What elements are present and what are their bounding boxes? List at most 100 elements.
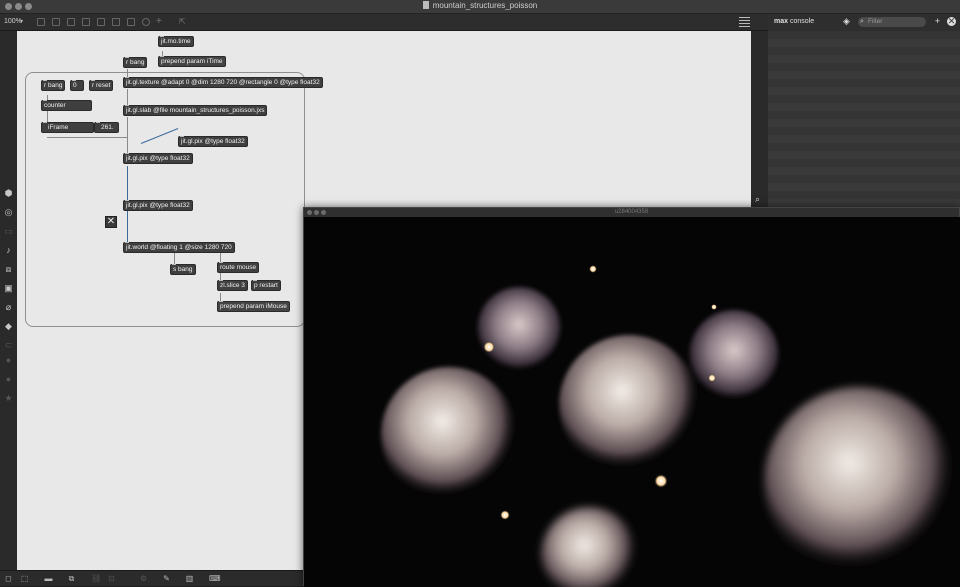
glow-particle: [711, 304, 717, 310]
object-jit-world[interactable]: jit.world @floating 1 @size 1280 720: [123, 242, 235, 253]
rendered-scene: [304, 217, 960, 587]
jit-world-render-window[interactable]: u284004358: [303, 207, 960, 587]
add-icon[interactable]: +: [933, 17, 942, 26]
console-row: [768, 71, 960, 79]
lock-icon[interactable]: [37, 18, 45, 26]
object-jit-gl-slab[interactable]: jit.gl.slab @file mountain_structures_po…: [123, 105, 268, 116]
console-row: [768, 39, 960, 47]
console-options-icon[interactable]: ◈: [842, 17, 851, 26]
toggle-icon[interactable]: [127, 18, 135, 26]
object-s-bang[interactable]: s bang: [170, 264, 196, 275]
number-box-iframe[interactable]: 261.: [94, 122, 119, 133]
search-icon[interactable]: ⌕: [755, 194, 760, 205]
object-jit-gl-pix-a[interactable]: jit.gl.pix @type float32: [178, 136, 248, 147]
chat-icon[interactable]: ▬: [44, 575, 53, 583]
console-row: [768, 127, 960, 135]
spiky-sphere-center: [559, 335, 699, 475]
bracket-icon[interactable]: ⧈: [4, 265, 13, 274]
console-row: [768, 199, 960, 207]
message-prepend-imouse[interactable]: prepend param iMouse: [217, 301, 290, 312]
zoom-dropdown-icon[interactable]: ▾: [20, 18, 23, 25]
toggle-close-x[interactable]: ✕: [105, 216, 117, 228]
jitter-patchcord: [127, 211, 128, 243]
snippet-icon[interactable]: ◆: [4, 322, 13, 331]
list-view-icon[interactable]: [739, 17, 750, 27]
title-bar: mountain_structures_poisson: [0, 0, 960, 14]
circle-icon-2[interactable]: ●: [4, 375, 13, 384]
window-title: mountain_structures_poisson: [0, 1, 960, 10]
console-title: max console: [774, 18, 814, 25]
patchcord: [220, 293, 221, 301]
patchcord: [47, 137, 127, 138]
pointer-icon[interactable]: ⇱: [179, 17, 186, 26]
music-note-icon[interactable]: ♪: [4, 246, 13, 255]
paperclip-icon[interactable]: ⌀: [4, 303, 13, 312]
console-row: [768, 183, 960, 191]
grid-icon[interactable]: ◻: [4, 575, 13, 583]
object-jit-mo-time[interactable]: jit.mo.time: [158, 36, 194, 47]
param-iframe-label[interactable]: iFrame: [41, 122, 94, 133]
bracket-icon[interactable]: ⊡: [107, 575, 116, 583]
jitter-patchcord: [127, 166, 128, 200]
message-box-icon[interactable]: [97, 18, 105, 26]
object-jit-gl-pix-b[interactable]: jit.gl.pix @type float32: [123, 153, 193, 164]
selection-icon[interactable]: ⬚: [20, 575, 29, 583]
object-zl-slice[interactable]: zl.slice 3: [217, 280, 248, 291]
target-icon[interactable]: ◎: [4, 208, 13, 217]
console-row: [768, 135, 960, 143]
add-icon[interactable]: +: [156, 16, 162, 27]
window-stack-icon[interactable]: ⧉: [67, 575, 76, 583]
console-row: [768, 143, 960, 151]
circle-icon[interactable]: ●: [4, 356, 13, 365]
console-row: [768, 87, 960, 95]
keyboard-icon[interactable]: ⌨: [209, 575, 221, 583]
message-prepend-itime[interactable]: prepend param iTime: [158, 56, 226, 67]
clock-icon[interactable]: [142, 18, 150, 26]
spiky-sphere-3: [689, 310, 779, 400]
console-filter-input[interactable]: ⌕ Filter: [858, 17, 926, 27]
spiky-sphere-left: [381, 367, 517, 503]
wrench-icon[interactable]: ✎: [162, 575, 171, 583]
link-icon[interactable]: ⊂: [4, 341, 13, 350]
number-box-icon[interactable]: [112, 18, 120, 26]
console-row: [768, 111, 960, 119]
presentation-icon[interactable]: [52, 18, 60, 26]
number-box-zero[interactable]: 0: [70, 80, 84, 91]
render-window-titlebar: u284004358: [304, 208, 959, 217]
object-counter[interactable]: counter: [41, 100, 92, 111]
slider-icon[interactable]: ▭: [4, 227, 13, 236]
console-row: [768, 31, 960, 39]
object-jit-gl-pix-c[interactable]: jit.gl.pix @type float32: [123, 200, 193, 211]
max-patcher-window: mountain_structures_poisson 100% ▾ + ⇱ ⬢…: [0, 0, 960, 587]
image-icon[interactable]: ▣: [4, 284, 13, 293]
object-r-reset[interactable]: r reset: [89, 80, 114, 91]
object-route-mouse[interactable]: route mouse: [217, 262, 260, 273]
debug-icon[interactable]: ⚙: [139, 575, 148, 583]
console-title-rest: console: [788, 18, 815, 25]
glow-particle: [500, 510, 510, 520]
console-row: [768, 151, 960, 159]
filter-placeholder: Filter: [868, 18, 883, 25]
left-sidebar: ⬢ ◎ ▭ ♪ ⧈ ▣ ⌀ ◆ ⊂ ● ● ★: [0, 31, 17, 586]
star-icon[interactable]: ★: [4, 394, 13, 403]
link-chain-icon[interactable]: ⛓: [91, 575, 101, 583]
object-r-bang-left[interactable]: r bang: [41, 80, 66, 91]
glow-particle: [589, 265, 597, 273]
clear-console-icon[interactable]: ✕: [947, 17, 956, 26]
packages-icon[interactable]: ⬢: [4, 189, 13, 198]
console-row: [768, 119, 960, 127]
mixer-icon[interactable]: ▥: [185, 575, 194, 583]
console-row: [768, 167, 960, 175]
object-r-bang-top[interactable]: r bang: [123, 57, 148, 68]
window-title-text: mountain_structures_poisson: [432, 1, 538, 10]
console-row: [768, 79, 960, 87]
console-row: [768, 159, 960, 167]
patcher-toolbar: 100% ▾ + ⇱: [0, 14, 768, 31]
object-jit-gl-texture[interactable]: jit.gl.texture @adapt 0 @dim 1280 720 @r…: [123, 77, 323, 88]
new-object-icon[interactable]: [82, 18, 90, 26]
object-p-restart[interactable]: p restart: [251, 280, 281, 291]
glow-particle: [654, 474, 668, 488]
comment-icon[interactable]: [67, 18, 75, 26]
render-window-title: u284004358: [614, 209, 649, 215]
console-row: [768, 47, 960, 55]
